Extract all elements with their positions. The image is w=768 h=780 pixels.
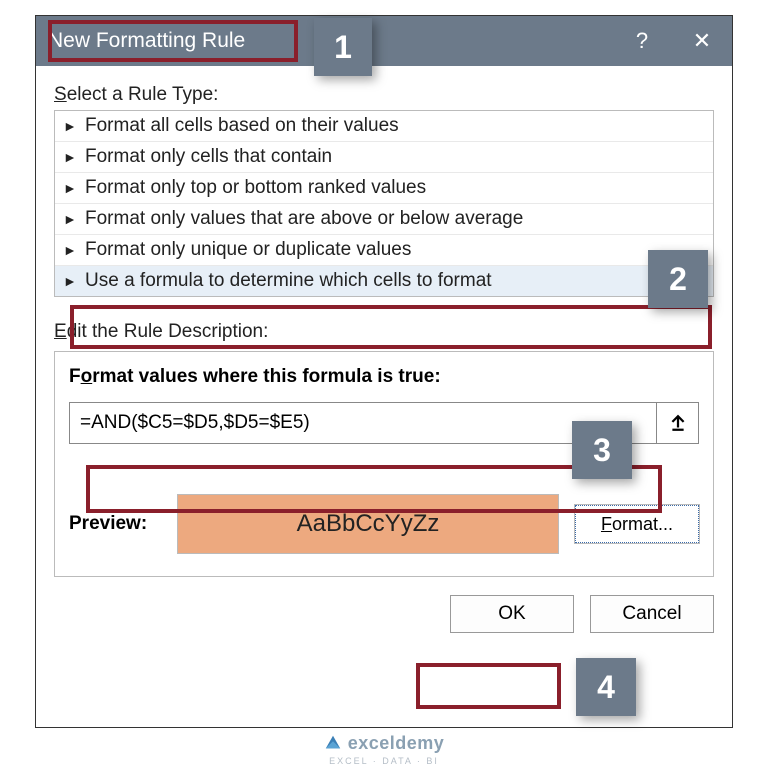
rule-type-label: Select a Rule Type: xyxy=(54,84,714,106)
bullet-icon: ► xyxy=(63,242,81,258)
watermark-brand: exceldemy xyxy=(348,733,445,753)
callout-4: 4 xyxy=(576,658,636,716)
rule-type-text: Use a formula to determine which cells t… xyxy=(85,270,492,292)
formula-true-label: Format values where this formula is true… xyxy=(69,366,699,388)
titlebar-controls: ? ✕ xyxy=(612,16,732,66)
dialog-content: Select a Rule Type: ► Format all cells b… xyxy=(36,66,732,649)
preview-label: Preview: xyxy=(69,513,161,535)
format-button[interactable]: Format... xyxy=(575,505,699,543)
bullet-icon: ► xyxy=(63,211,81,227)
action-row: OK Cancel xyxy=(54,595,714,633)
rule-type-text: Format all cells based on their values xyxy=(85,115,399,137)
rule-type-item-all-cells[interactable]: ► Format all cells based on their values xyxy=(55,111,713,142)
rule-type-text: Format only top or bottom ranked values xyxy=(85,177,426,199)
rule-type-text: Format only unique or duplicate values xyxy=(85,239,411,261)
collapse-dialog-button[interactable] xyxy=(657,402,699,444)
dialog-title: New Formatting Rule xyxy=(48,29,245,53)
collapse-icon xyxy=(669,414,687,432)
bullet-icon: ► xyxy=(63,149,81,165)
preview-sample: AaBbCcYyZz xyxy=(177,494,559,554)
brand-icon xyxy=(324,734,342,752)
help-button[interactable]: ? xyxy=(612,16,672,66)
rule-type-item-above-below[interactable]: ► Format only values that are above or b… xyxy=(55,204,713,235)
titlebar: New Formatting Rule ? ✕ xyxy=(36,16,732,66)
rule-type-accel: S xyxy=(54,84,67,105)
bullet-icon: ► xyxy=(63,273,81,289)
watermark: exceldemy EXCEL · DATA · BI xyxy=(0,733,768,766)
watermark-sub: EXCEL · DATA · BI xyxy=(0,756,768,766)
formula-input[interactable] xyxy=(69,402,657,444)
cancel-button[interactable]: Cancel xyxy=(590,595,714,633)
callout-3: 3 xyxy=(572,421,632,479)
preview-row: Preview: AaBbCcYyZz Format... xyxy=(69,494,699,554)
edit-accel: E xyxy=(54,321,67,342)
rule-type-item-unique-dup[interactable]: ► Format only unique or duplicate values xyxy=(55,235,713,266)
callout-box-ok xyxy=(416,663,561,709)
rule-type-item-contain[interactable]: ► Format only cells that contain xyxy=(55,142,713,173)
new-formatting-rule-dialog: New Formatting Rule ? ✕ Select a Rule Ty… xyxy=(35,15,733,728)
rule-type-item-formula[interactable]: ► Use a formula to determine which cells… xyxy=(55,266,713,296)
bullet-icon: ► xyxy=(63,180,81,196)
callout-1: 1 xyxy=(314,18,372,76)
ok-button[interactable]: OK xyxy=(450,595,574,633)
callout-2: 2 xyxy=(648,250,708,308)
close-button[interactable]: ✕ xyxy=(672,16,732,66)
edit-description-label: Edit the Rule Description: xyxy=(54,321,714,343)
rule-type-text: Format only values that are above or bel… xyxy=(85,208,523,230)
bullet-icon: ► xyxy=(63,118,81,134)
rule-type-text: Format only cells that contain xyxy=(85,146,332,168)
rule-type-item-top-bottom[interactable]: ► Format only top or bottom ranked value… xyxy=(55,173,713,204)
rule-type-list[interactable]: ► Format all cells based on their values… xyxy=(54,110,714,297)
